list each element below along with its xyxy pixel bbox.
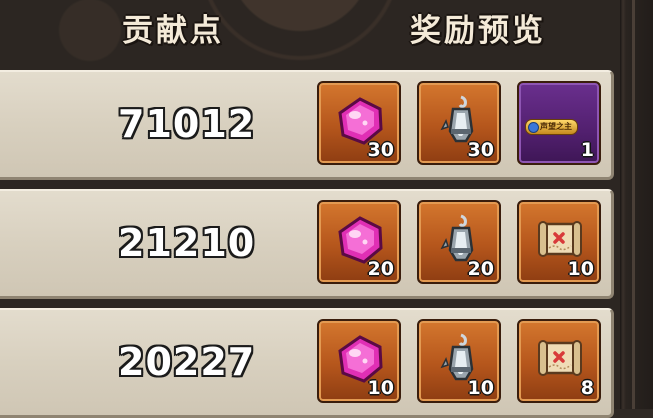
scroll-frame[interactable]: [620, 0, 653, 409]
reward-count: 30: [467, 139, 494, 161]
reward-count: 30: [367, 139, 394, 161]
contribution-points: 21210: [118, 221, 256, 265]
reward-count: 20: [367, 258, 394, 280]
reward-count: 10: [567, 258, 594, 280]
reward-slot[interactable]: 10: [517, 200, 601, 284]
contribution-points: 20227: [118, 340, 256, 384]
reward-count: 8: [580, 377, 594, 399]
reward-count: 20: [467, 258, 494, 280]
reward-slot[interactable]: 10: [417, 319, 501, 403]
points-column-header: 贡献点: [122, 13, 224, 49]
reward-count: 1: [580, 139, 594, 161]
reward-slot[interactable]: 8: [517, 319, 601, 403]
rewards-column-header: 奖励预览: [410, 13, 546, 49]
reward-slot[interactable]: 30: [317, 81, 401, 165]
table-header: 贡献点 奖励预览: [0, 0, 620, 58]
reward-count: 10: [367, 377, 394, 399]
reward-row: 20227 10 10 8: [0, 308, 614, 418]
contribution-points: 71012: [118, 102, 256, 146]
reward-slot[interactable]: 声望之主 1: [517, 81, 601, 165]
reward-row: 71012 30 30 声望之主 1: [0, 70, 614, 180]
reward-slot[interactable]: 30: [417, 81, 501, 165]
reward-slot[interactable]: 20: [417, 200, 501, 284]
reward-count: 10: [467, 377, 494, 399]
reward-slot[interactable]: 20: [317, 200, 401, 284]
purple-title-badge-icon: 声望之主: [525, 119, 578, 135]
reward-slot[interactable]: 10: [317, 319, 401, 403]
reward-row: 21210 20 20 10: [0, 189, 614, 299]
